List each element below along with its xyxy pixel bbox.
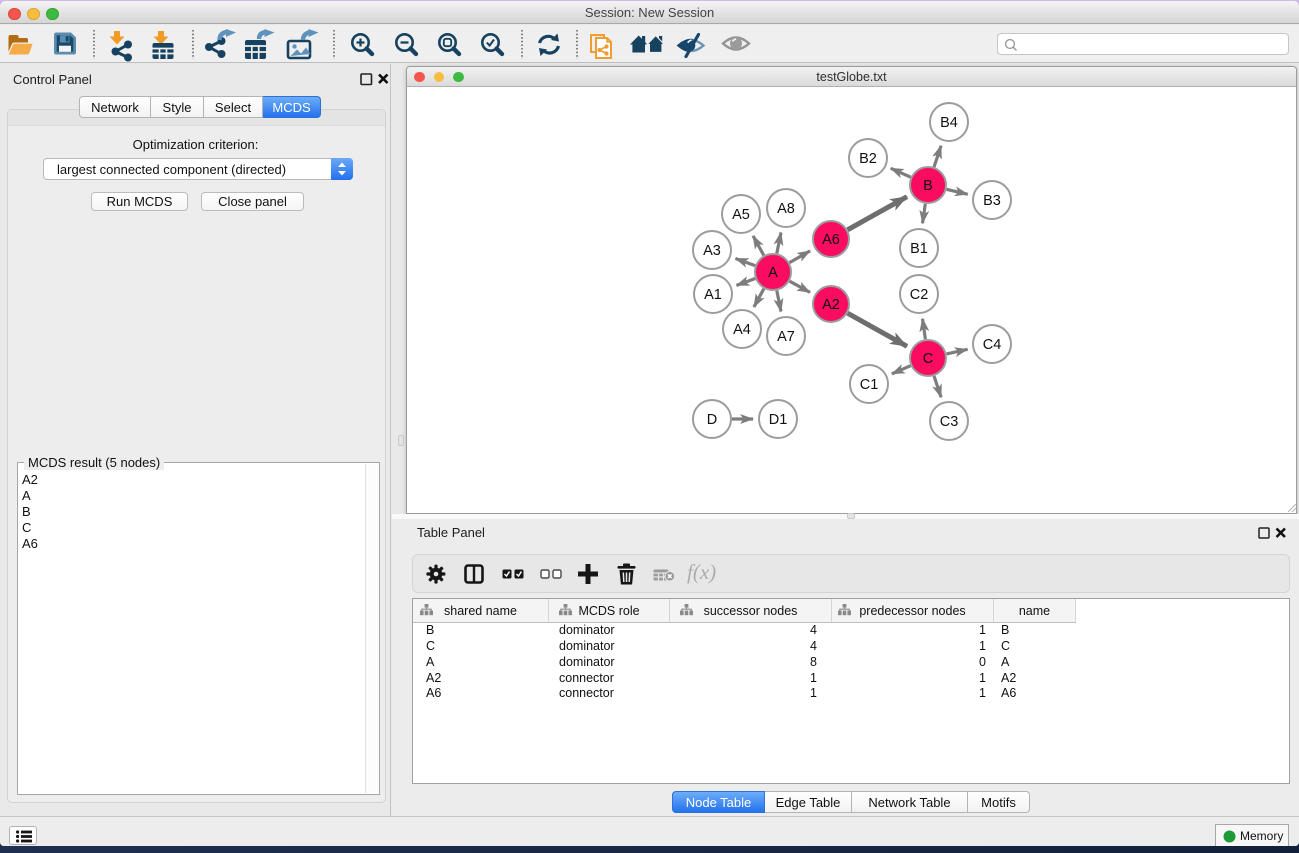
svg-text:A: A [768,265,778,281]
svg-text:A8: A8 [777,201,795,217]
svg-text:B2: B2 [859,151,877,167]
svg-text:B4: B4 [940,115,958,131]
svg-text:B3: B3 [983,193,1001,209]
svg-text:D: D [707,412,717,428]
svg-text:A1: A1 [704,287,722,303]
svg-text:B: B [923,178,933,194]
svg-text:A5: A5 [732,207,750,223]
svg-text:B1: B1 [910,241,928,257]
svg-text:A2: A2 [822,297,840,313]
svg-text:A6: A6 [822,232,840,248]
svg-text:A7: A7 [777,329,795,345]
svg-text:C: C [923,351,933,367]
svg-text:A3: A3 [703,243,721,259]
svg-text:C2: C2 [910,287,929,303]
svg-text:C1: C1 [860,377,879,393]
svg-text:C4: C4 [983,337,1002,353]
svg-text:D1: D1 [769,412,788,428]
svg-text:A4: A4 [733,322,751,338]
svg-text:C3: C3 [940,414,959,430]
